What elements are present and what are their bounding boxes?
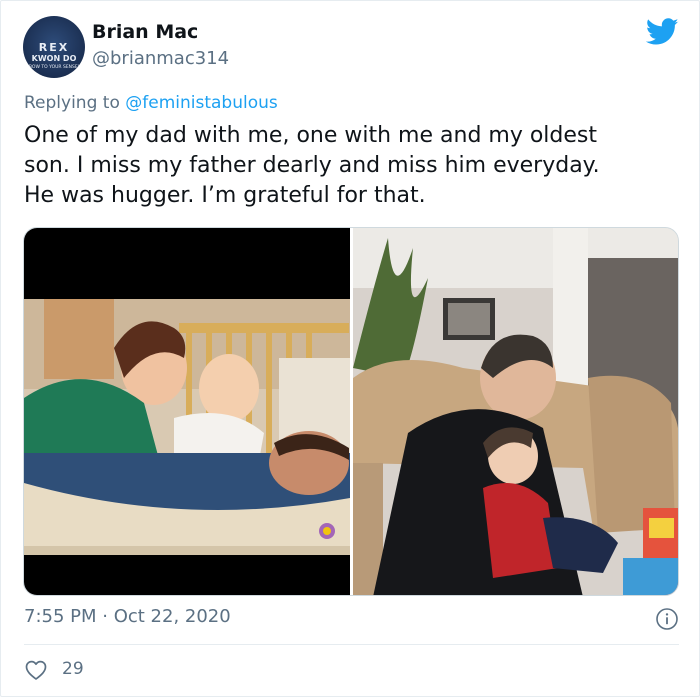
like-count: 29: [62, 659, 84, 679]
twitter-bird-icon[interactable]: [646, 18, 679, 46]
author-handle[interactable]: @brianmac314: [92, 48, 229, 69]
tweet-text-line: He was hugger. I’m grateful for that.: [24, 183, 426, 208]
avatar-text-3: BOW TO YOUR SENSEI: [28, 65, 80, 70]
old-family-photo[interactable]: [24, 228, 350, 596]
tweet-card: REX KWON DO BOW TO YOUR SENSEI Brian Mac…: [0, 0, 700, 697]
avatar-text-1: REX: [38, 41, 70, 54]
tweet-text-line: One of my dad with me, one with me and m…: [24, 123, 597, 148]
reply-context: Replying to @feministabulous: [24, 93, 278, 113]
divider: [24, 644, 679, 645]
reply-mention-link[interactable]: @feministabulous: [125, 93, 278, 113]
tweet-text: One of my dad with me, one with me and m…: [24, 121, 679, 211]
father-and-son-photo[interactable]: [353, 228, 679, 596]
heart-icon[interactable]: [24, 658, 48, 682]
tweet-text-line: son. I miss my father dearly and miss hi…: [24, 153, 600, 178]
reply-prefix: Replying to: [24, 93, 120, 113]
tweet-timestamp[interactable]: 7:55 PM · Oct 22, 2020: [24, 606, 231, 627]
avatar-text-2: KWON DO: [31, 54, 77, 63]
author-name[interactable]: Brian Mac: [92, 21, 198, 43]
info-icon[interactable]: [655, 607, 679, 631]
avatar[interactable]: REX KWON DO BOW TO YOUR SENSEI: [23, 16, 85, 78]
media-grid: [23, 227, 679, 596]
